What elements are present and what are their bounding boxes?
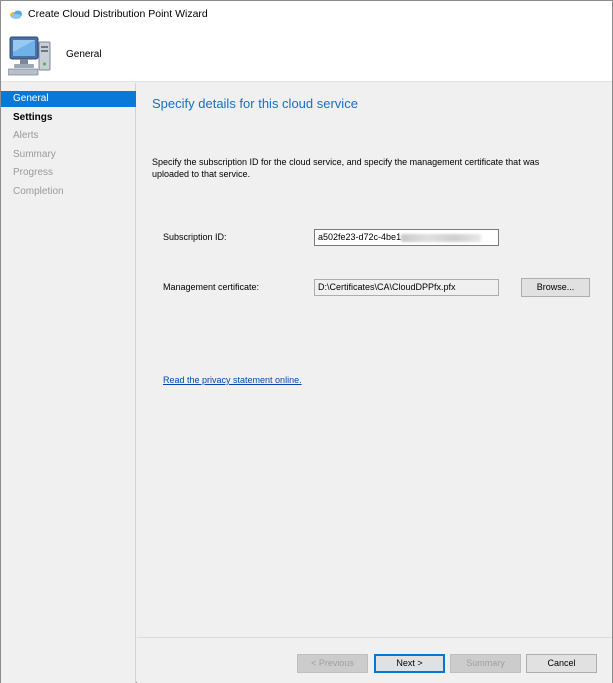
- step-settings[interactable]: Settings: [1, 110, 136, 126]
- privacy-statement-link[interactable]: Read the privacy statement online.: [163, 375, 302, 385]
- computer-icon: [8, 36, 51, 76]
- subscription-id-label: Subscription ID:: [163, 232, 227, 242]
- management-certificate-label: Management certificate:: [163, 282, 260, 292]
- cancel-button[interactable]: Cancel: [526, 654, 597, 673]
- page-title: Specify details for this cloud service: [152, 96, 358, 111]
- wizard-header: General: [1, 27, 612, 82]
- step-progress: Progress: [13, 167, 54, 178]
- next-button[interactable]: Next >: [374, 654, 445, 673]
- management-certificate-field[interactable]: D:\Certificates\CA\CloudDPPfx.pfx: [314, 279, 499, 296]
- subscription-id-value: a502fe23-d72c-4be1: [318, 232, 402, 242]
- summary-button[interactable]: Summary: [450, 654, 521, 673]
- header-title: General: [66, 49, 102, 60]
- previous-button[interactable]: < Previous: [297, 654, 368, 673]
- title-bar: Create Cloud Distribution Point Wizard: [1, 1, 612, 27]
- step-summary: Summary: [13, 149, 56, 160]
- page-description: Specify the subscription ID for the clou…: [152, 157, 540, 179]
- wizard-footer: < Previous Next > Summary Cancel: [137, 637, 612, 683]
- browse-button[interactable]: Browse...: [521, 278, 590, 297]
- step-alerts: Alerts: [13, 130, 39, 141]
- step-completion: Completion: [13, 186, 64, 197]
- window-title: Create Cloud Distribution Point Wizard: [28, 8, 208, 20]
- wizard-window: Create Cloud Distribution Point Wizard G…: [0, 0, 613, 683]
- step-general[interactable]: General: [1, 91, 136, 107]
- wizard-steps-sidebar: General Settings Alerts Summary Progress…: [1, 83, 136, 683]
- redacted-blur: [401, 233, 482, 242]
- subscription-id-field[interactable]: a502fe23-d72c-4be1: [314, 229, 499, 246]
- wizard-content: Specify details for this cloud service S…: [137, 83, 612, 637]
- cloud-icon: [10, 10, 22, 19]
